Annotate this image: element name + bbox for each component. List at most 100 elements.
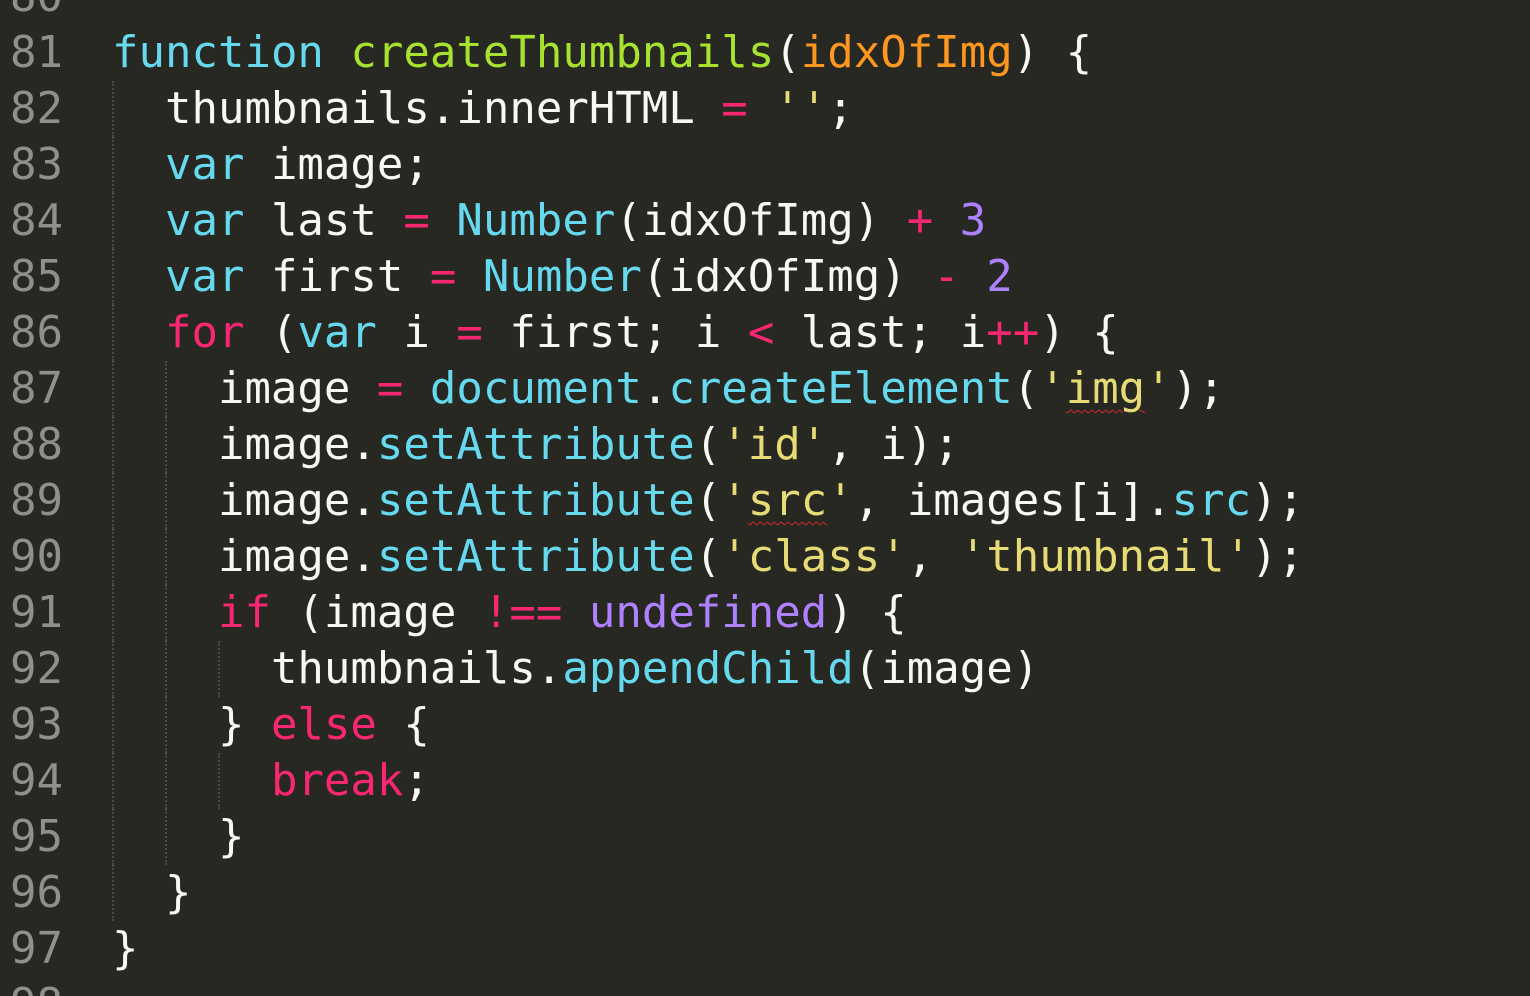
code-token: + <box>906 195 934 246</box>
indent-guide <box>112 137 114 193</box>
code-token: createThumbnails <box>350 27 775 78</box>
code-token: last <box>244 195 404 246</box>
line-number: 89 <box>10 475 63 526</box>
indent-guide <box>112 585 114 641</box>
code-line[interactable]: 96} <box>0 865 1530 921</box>
code-line[interactable]: 93} else { <box>0 697 1530 753</box>
code-line[interactable]: 87 image = document.createElement('img'); <box>0 361 1530 417</box>
code-line[interactable]: 95} <box>0 809 1530 865</box>
code-token: } <box>164 867 192 918</box>
code-text: var first = Number(idxOfImg) - 2 <box>165 249 1013 305</box>
code-text: image = document.createElement('img'); <box>218 361 1225 417</box>
indent-guide <box>164 641 167 697</box>
code-text: thumbnails.innerHTML = ''; <box>165 81 854 137</box>
line-number: 87 <box>10 363 63 414</box>
line-number: 94 <box>10 755 63 806</box>
code-token: 'id' <box>721 419 828 470</box>
code-token: setAttribute <box>376 531 695 582</box>
indent-guide <box>217 641 220 697</box>
code-line[interactable]: 92 thumbnails.appendChild(image) <box>0 641 1530 697</box>
line-number: 84 <box>10 195 63 246</box>
code-token: var <box>164 251 245 302</box>
indent-guide <box>164 753 167 809</box>
code-token: ' <box>1145 363 1172 414</box>
indent-guide <box>164 809 167 865</box>
code-text: image.setAttribute('id', i); <box>218 417 960 473</box>
code-token: !== <box>482 587 563 638</box>
code-token: function <box>112 27 324 78</box>
indent-guide <box>112 473 114 529</box>
code-line[interactable]: 91 if (image !== undefined) { <box>0 585 1530 641</box>
code-line[interactable]: 84 var last = Number(idxOfImg) + 3 <box>0 193 1530 249</box>
indent-guide <box>164 361 167 417</box>
code-line[interactable]: 81 function createThumbnails(idxOfImg) { <box>0 25 1530 81</box>
code-token: first <box>244 251 430 302</box>
code-token: { <box>376 699 430 750</box>
code-token: if <box>217 587 271 638</box>
line-number: 92 <box>10 643 63 694</box>
code-token: image. <box>217 531 377 582</box>
code-text: } <box>165 865 192 921</box>
line-number: 88 <box>10 419 63 470</box>
code-token: Number <box>456 195 616 246</box>
code-token: image <box>217 363 377 414</box>
indent-guide <box>112 809 114 865</box>
code-token: first; i <box>482 307 748 358</box>
indent-guide <box>164 585 167 641</box>
code-token: image; <box>244 139 430 190</box>
code-line[interactable]: 88 image.setAttribute('id', i); <box>0 417 1530 473</box>
line-number: 86 <box>10 307 63 358</box>
code-token: 2 <box>986 251 1013 302</box>
code-line[interactable]: 90 image.setAttribute('class', 'thumbnail… <box>0 529 1530 585</box>
code-token: ( <box>1012 363 1040 414</box>
code-token: ) { <box>1039 307 1119 358</box>
code-editor[interactable]: 8081function createThumbnails(idxOfImg) … <box>0 0 1530 996</box>
code-token: ; <box>403 755 430 806</box>
line-number: 82 <box>10 83 63 134</box>
line-number: 97 <box>10 923 63 974</box>
code-line[interactable]: 86 for (var i = first; i < last; i++) { <box>0 305 1530 361</box>
line-number: 83 <box>10 139 63 190</box>
line-number: 90 <box>10 531 63 582</box>
code-token: (idxOfImg) <box>641 251 934 302</box>
code-token: ' <box>1039 363 1066 414</box>
code-token: } <box>112 923 139 974</box>
code-area[interactable]: 8081function createThumbnails(idxOfImg) … <box>0 0 1530 996</box>
code-token: 'thumbnail' <box>959 531 1252 582</box>
code-line[interactable]: 98 <box>0 977 1530 996</box>
code-token: createElement <box>668 363 1013 414</box>
code-token: ' <box>721 475 748 526</box>
code-token: (image <box>270 587 483 638</box>
code-text: break; <box>271 753 430 809</box>
code-line[interactable]: 85 var first = Number(idxOfImg) - 2 <box>0 249 1530 305</box>
code-line[interactable]: 89 image.setAttribute('src', images[i].sr… <box>0 473 1530 529</box>
code-line[interactable]: 80 <box>0 0 1530 25</box>
code-token: var <box>164 139 245 190</box>
indent-guide <box>112 417 114 473</box>
code-token: (idxOfImg) <box>615 195 907 246</box>
code-token: , images[i]. <box>853 475 1172 526</box>
code-token: = <box>721 83 748 134</box>
code-token: ++ <box>986 307 1040 358</box>
line-number: 93 <box>10 699 63 750</box>
code-text: for (var i = first; i < last; i++) { <box>165 305 1119 361</box>
code-line[interactable]: 83 var image; <box>0 137 1530 193</box>
code-token: ) { <box>827 587 907 638</box>
code-token: ( <box>694 531 722 582</box>
code-token: , i); <box>827 419 960 470</box>
indent-guide <box>164 417 167 473</box>
code-line[interactable]: 94 break; <box>0 753 1530 809</box>
code-token: src <box>747 475 828 526</box>
indent-guide <box>112 865 114 921</box>
code-line[interactable]: 82 thumbnails.innerHTML = ''; <box>0 81 1530 137</box>
code-token: ); <box>1251 475 1305 526</box>
code-token: = <box>403 195 430 246</box>
line-number: 95 <box>10 811 63 862</box>
indent-guide <box>112 753 114 809</box>
code-line[interactable]: 97} <box>0 921 1530 977</box>
code-token: = <box>456 307 483 358</box>
